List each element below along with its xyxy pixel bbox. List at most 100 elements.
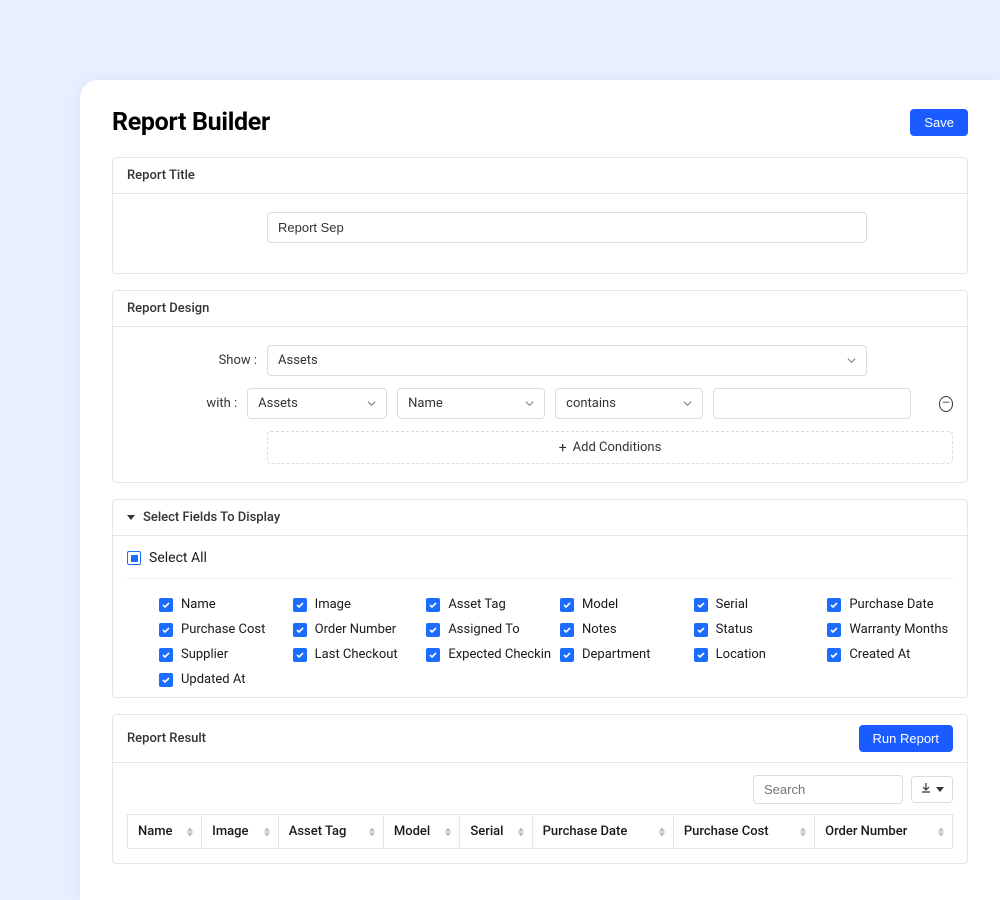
- field-checkbox[interactable]: [560, 648, 574, 662]
- column-label: Purchase Cost: [684, 824, 769, 839]
- field-label: Image: [315, 597, 351, 612]
- field-item: Serial: [694, 597, 820, 612]
- report-result-card: Report Result Run Report Name Image Asset …: [112, 714, 968, 864]
- field-item: Updated At: [159, 672, 285, 687]
- select-fields-label: Select Fields To Display: [143, 510, 280, 525]
- field-checkbox[interactable]: [827, 648, 841, 662]
- download-icon: [920, 782, 932, 797]
- chevron-down-icon: [846, 356, 856, 366]
- field-label: Last Checkout: [315, 647, 398, 662]
- field-item: Model: [560, 597, 686, 612]
- field-label: Expected Checkin: [448, 647, 551, 662]
- remove-condition-icon[interactable]: —: [939, 396, 953, 412]
- field-checkbox[interactable]: [159, 598, 173, 612]
- column-header[interactable]: Image: [202, 815, 279, 849]
- field-checkbox[interactable]: [159, 673, 173, 687]
- field-label: Supplier: [181, 647, 228, 662]
- field-label: Created At: [849, 647, 910, 662]
- field-checkbox[interactable]: [426, 648, 440, 662]
- column-label: Purchase Date: [543, 824, 628, 839]
- with-field-select[interactable]: Name: [397, 388, 545, 419]
- add-conditions-button[interactable]: + Add Conditions: [267, 431, 953, 464]
- select-fields-header[interactable]: Select Fields To Display: [113, 500, 967, 536]
- sort-icon: [187, 827, 193, 836]
- column-header[interactable]: Name: [128, 815, 202, 849]
- report-result-label: Report Result: [127, 731, 206, 746]
- save-button[interactable]: Save: [910, 109, 968, 136]
- field-item: Expected Checkin: [426, 647, 552, 662]
- field-checkbox[interactable]: [827, 598, 841, 612]
- field-item: Assigned To: [426, 622, 552, 637]
- sort-icon: [445, 827, 451, 836]
- column-header[interactable]: Serial: [460, 815, 532, 849]
- field-checkbox[interactable]: [694, 648, 708, 662]
- field-checkbox[interactable]: [293, 598, 307, 612]
- download-button[interactable]: [911, 776, 953, 803]
- column-header[interactable]: Order Number: [815, 815, 953, 849]
- field-label: Purchase Date: [849, 597, 933, 612]
- column-header[interactable]: Model: [383, 815, 460, 849]
- sort-icon: [264, 827, 270, 836]
- field-checkbox[interactable]: [426, 623, 440, 637]
- field-item: Created At: [827, 647, 953, 662]
- field-label: Serial: [716, 597, 748, 612]
- select-fields-card: Select Fields To Display Select All Name…: [112, 499, 968, 698]
- field-checkbox[interactable]: [694, 598, 708, 612]
- caret-down-icon: [936, 787, 944, 792]
- field-label: Name: [181, 597, 216, 612]
- run-report-button[interactable]: Run Report: [859, 725, 953, 752]
- column-header[interactable]: Asset Tag: [278, 815, 383, 849]
- report-title-input[interactable]: [267, 212, 867, 243]
- field-item: Asset Tag: [426, 597, 552, 612]
- select-all-checkbox[interactable]: [127, 551, 141, 565]
- report-design-card: Report Design Show : Assets with : Asset…: [112, 290, 968, 483]
- field-label: Warranty Months: [849, 622, 948, 637]
- column-header[interactable]: Purchase Cost: [673, 815, 814, 849]
- with-entity-select[interactable]: Assets: [247, 388, 387, 419]
- show-select[interactable]: Assets: [267, 345, 867, 376]
- sort-icon: [518, 827, 524, 836]
- column-header[interactable]: Purchase Date: [532, 815, 673, 849]
- plus-icon: +: [559, 441, 567, 455]
- with-field-value: Name: [408, 396, 443, 411]
- sort-icon: [938, 827, 944, 836]
- field-item: Order Number: [293, 622, 419, 637]
- field-label: Asset Tag: [448, 597, 505, 612]
- field-checkbox[interactable]: [293, 648, 307, 662]
- field-checkbox[interactable]: [560, 598, 574, 612]
- select-all-label: Select All: [149, 550, 207, 566]
- field-item: Purchase Date: [827, 597, 953, 612]
- field-label: Purchase Cost: [181, 622, 265, 637]
- field-label: Updated At: [181, 672, 245, 687]
- with-label: with :: [127, 396, 237, 411]
- chevron-down-icon: [366, 399, 376, 409]
- field-checkbox[interactable]: [293, 623, 307, 637]
- with-value-input[interactable]: [713, 388, 911, 419]
- field-checkbox[interactable]: [694, 623, 708, 637]
- sort-icon: [800, 827, 806, 836]
- report-builder-panel: Report Builder Save Report Title Report …: [80, 80, 1000, 900]
- chevron-down-icon: [682, 399, 692, 409]
- show-select-value: Assets: [278, 353, 318, 368]
- report-title-header: Report Title: [113, 158, 967, 194]
- report-title-card: Report Title: [112, 157, 968, 274]
- field-checkbox[interactable]: [159, 623, 173, 637]
- field-item: Purchase Cost: [159, 622, 285, 637]
- add-conditions-label: Add Conditions: [573, 440, 662, 455]
- field-checkbox[interactable]: [560, 623, 574, 637]
- with-operator-select[interactable]: contains: [555, 388, 703, 419]
- field-label: Order Number: [315, 622, 397, 637]
- page-title: Report Builder: [112, 108, 270, 137]
- field-checkbox[interactable]: [426, 598, 440, 612]
- report-design-header: Report Design: [113, 291, 967, 327]
- field-label: Assigned To: [448, 622, 519, 637]
- field-checkbox[interactable]: [827, 623, 841, 637]
- field-item: Image: [293, 597, 419, 612]
- column-label: Model: [394, 824, 430, 839]
- result-search-input[interactable]: [753, 775, 903, 804]
- field-label: Notes: [582, 622, 617, 637]
- column-label: Image: [212, 824, 248, 839]
- field-item: Last Checkout: [293, 647, 419, 662]
- column-label: Name: [138, 824, 173, 839]
- field-checkbox[interactable]: [159, 648, 173, 662]
